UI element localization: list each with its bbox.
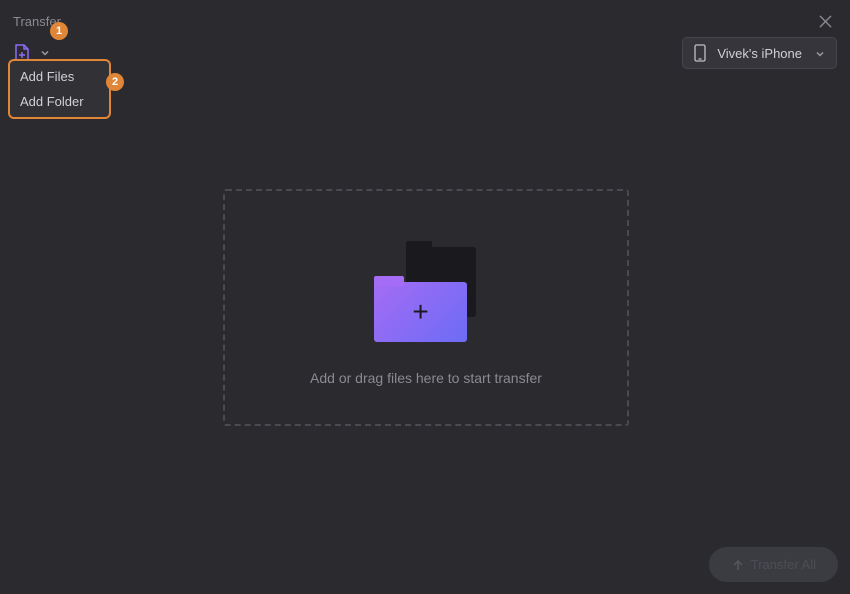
- device-name-label: Vivek's iPhone: [717, 46, 802, 61]
- folder-icon: +: [374, 247, 478, 342]
- annotation-badge-2: 2: [106, 73, 124, 91]
- transfer-button-label: Transfer All: [751, 557, 816, 572]
- chevron-down-icon: [814, 47, 826, 59]
- transfer-icon: [731, 558, 745, 572]
- close-icon: [819, 15, 832, 28]
- annotation-badge-1: 1: [50, 22, 68, 40]
- close-button[interactable]: [815, 11, 835, 31]
- chevron-down-icon: [40, 48, 50, 58]
- device-selector[interactable]: Vivek's iPhone: [682, 37, 837, 69]
- plus-icon: +: [412, 298, 428, 326]
- add-dropdown-menu: Add Files Add Folder: [8, 59, 111, 119]
- drop-zone[interactable]: + Add or drag files here to start transf…: [223, 189, 629, 426]
- phone-icon: [693, 44, 707, 62]
- drop-zone-text: Add or drag files here to start transfer: [310, 370, 542, 386]
- transfer-all-button[interactable]: Transfer All: [709, 547, 838, 582]
- menu-item-add-folder[interactable]: Add Folder: [10, 89, 109, 114]
- menu-item-add-files[interactable]: Add Files: [10, 64, 109, 89]
